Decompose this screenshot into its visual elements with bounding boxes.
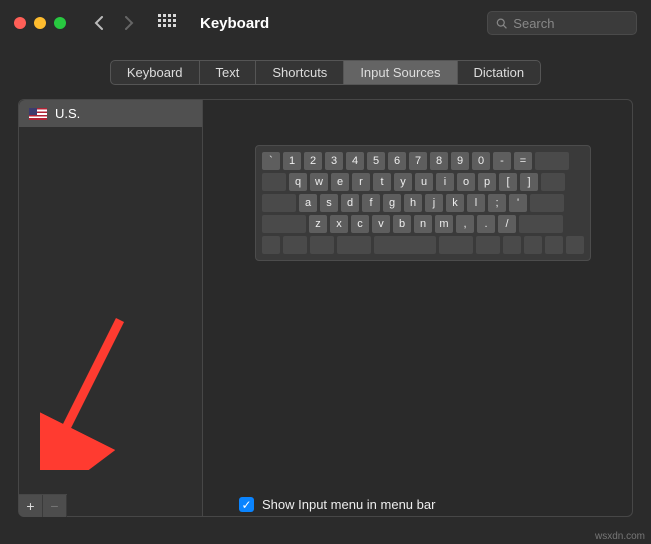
key — [476, 236, 500, 254]
tab-keyboard[interactable]: Keyboard — [111, 61, 200, 84]
key: b — [393, 215, 411, 233]
source-item-us[interactable]: U.S. — [19, 100, 202, 127]
input-sources-panel: U.S. + − `1234567890-= qwertyuiop[] asdf… — [18, 99, 633, 517]
search-icon — [496, 17, 507, 30]
key: u — [415, 173, 433, 191]
tab-input-sources[interactable]: Input Sources — [344, 61, 457, 84]
key: ` — [262, 152, 280, 170]
forward-button[interactable] — [118, 12, 140, 34]
key: ; — [488, 194, 506, 212]
key — [566, 236, 584, 254]
key — [545, 236, 563, 254]
key — [519, 215, 563, 233]
key: [ — [499, 173, 517, 191]
keyboard-preview: `1234567890-= qwertyuiop[] asdfghjkl;' z… — [255, 145, 591, 261]
key: / — [498, 215, 516, 233]
zoom-icon[interactable] — [54, 17, 66, 29]
key: w — [310, 173, 328, 191]
key: ] — [520, 173, 538, 191]
key: y — [394, 173, 412, 191]
titlebar: Keyboard — [0, 0, 651, 46]
key: k — [446, 194, 464, 212]
key: z — [309, 215, 327, 233]
window-title: Keyboard — [200, 15, 269, 32]
key — [524, 236, 542, 254]
key: m — [435, 215, 453, 233]
key: d — [341, 194, 359, 212]
tab-shortcuts[interactable]: Shortcuts — [256, 61, 344, 84]
remove-source-button[interactable]: − — [43, 495, 67, 516]
key — [503, 236, 521, 254]
key: = — [514, 152, 532, 170]
source-name: U.S. — [55, 106, 80, 121]
checkbox-icon[interactable]: ✓ — [239, 497, 254, 512]
tab-text[interactable]: Text — [200, 61, 257, 84]
key: 5 — [367, 152, 385, 170]
key: p — [478, 173, 496, 191]
key: i — [436, 173, 454, 191]
key — [439, 236, 473, 254]
search-field[interactable] — [487, 11, 637, 35]
key — [262, 215, 306, 233]
key: a — [299, 194, 317, 212]
key: g — [383, 194, 401, 212]
keyboard-preview-area: `1234567890-= qwertyuiop[] asdfghjkl;' z… — [203, 100, 632, 516]
sources-list: U.S. + − — [19, 100, 203, 516]
key: . — [477, 215, 495, 233]
key — [541, 173, 565, 191]
key: 9 — [451, 152, 469, 170]
key: s — [320, 194, 338, 212]
tab-dictation[interactable]: Dictation — [458, 61, 541, 84]
key — [262, 173, 286, 191]
key: 3 — [325, 152, 343, 170]
tab-bar: Keyboard Text Shortcuts Input Sources Di… — [110, 60, 541, 85]
key: 8 — [430, 152, 448, 170]
key — [337, 236, 371, 254]
key: q — [289, 173, 307, 191]
key: 4 — [346, 152, 364, 170]
key — [262, 194, 296, 212]
key: ' — [509, 194, 527, 212]
key: h — [404, 194, 422, 212]
key: x — [330, 215, 348, 233]
key: 7 — [409, 152, 427, 170]
key: l — [467, 194, 485, 212]
flag-us-icon — [29, 108, 47, 120]
key: - — [493, 152, 511, 170]
key: r — [352, 173, 370, 191]
key: t — [373, 173, 391, 191]
key: 6 — [388, 152, 406, 170]
minimize-icon[interactable] — [34, 17, 46, 29]
checkbox-label: Show Input menu in menu bar — [262, 497, 435, 512]
key: c — [351, 215, 369, 233]
key — [530, 194, 564, 212]
key: n — [414, 215, 432, 233]
key — [262, 236, 280, 254]
key — [535, 152, 569, 170]
show-input-menu-row[interactable]: ✓ Show Input menu in menu bar — [239, 497, 435, 512]
key — [283, 236, 307, 254]
key: 0 — [472, 152, 490, 170]
all-settings-icon[interactable] — [158, 14, 176, 32]
key: j — [425, 194, 443, 212]
key: f — [362, 194, 380, 212]
search-input[interactable] — [513, 16, 628, 31]
key: , — [456, 215, 474, 233]
key — [310, 236, 334, 254]
key: o — [457, 173, 475, 191]
key: 2 — [304, 152, 322, 170]
window-controls — [14, 17, 66, 29]
close-icon[interactable] — [14, 17, 26, 29]
key: e — [331, 173, 349, 191]
add-remove-bar: + − — [19, 494, 67, 516]
back-button[interactable] — [88, 12, 110, 34]
key: 1 — [283, 152, 301, 170]
key — [374, 236, 436, 254]
add-source-button[interactable]: + — [19, 495, 43, 516]
key: v — [372, 215, 390, 233]
watermark: wsxdn.com — [595, 531, 645, 542]
